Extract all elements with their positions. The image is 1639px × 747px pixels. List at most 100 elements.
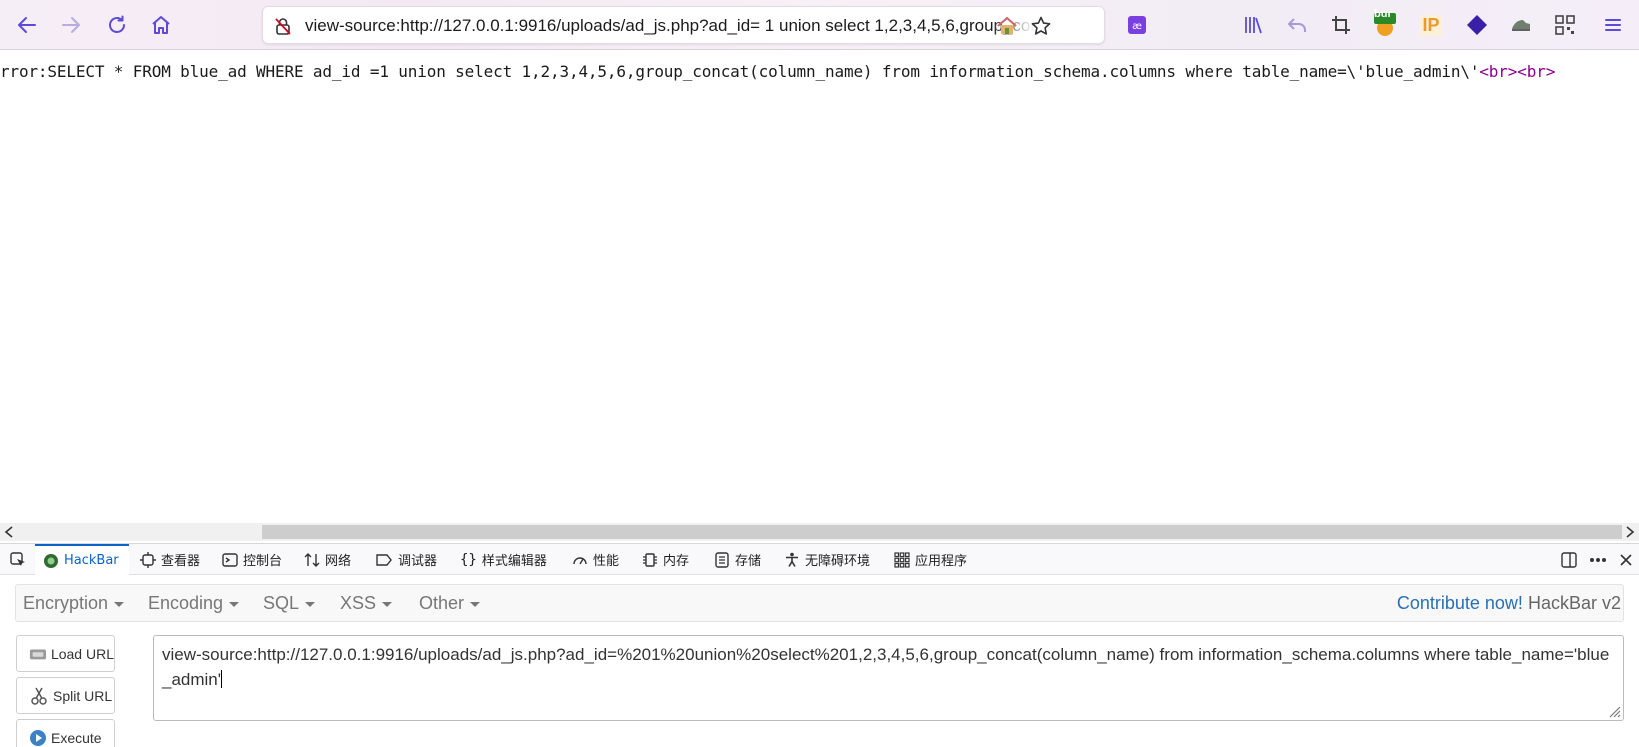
tab-application[interactable]: 应用程序 xyxy=(894,544,967,575)
tab-label: 调试器 xyxy=(398,554,438,569)
tab-label: 性能 xyxy=(593,554,620,569)
menu-icon xyxy=(1605,19,1621,31)
hackbar-panel: Encryption Encoding SQL XSS Other Contri… xyxy=(0,576,1639,747)
burp-extension-button[interactable]: bur xyxy=(1368,8,1402,42)
translate-extension-button[interactable]: æ xyxy=(1120,8,1154,42)
tab-network[interactable]: 网络 xyxy=(304,544,351,575)
devtools-tabbar: HackBar 查看器 控制台 网络 调试器 {} 样式编辑器 性能 内存 存储… xyxy=(0,543,1639,575)
url-textarea[interactable]: view-source:http://127.0.0.1:9916/upload… xyxy=(153,635,1624,721)
horizontal-scrollbar[interactable] xyxy=(0,523,1639,541)
bookmark-star-icon[interactable] xyxy=(1030,15,1052,37)
home-extension-icon[interactable] xyxy=(996,15,1018,37)
home-button[interactable] xyxy=(144,8,178,42)
reload-icon xyxy=(109,15,125,33)
play-icon xyxy=(30,729,46,746)
tab-inspector[interactable]: 查看器 xyxy=(140,544,200,575)
url-textarea-value: view-source:http://127.0.0.1:9916/upload… xyxy=(162,645,1610,689)
tab-style-editor[interactable]: {} 样式编辑器 xyxy=(460,544,547,575)
view-source-line: rror:SELECT * FROM blue_ad WHERE ad_id =… xyxy=(0,62,1639,81)
storage-icon xyxy=(715,551,729,568)
load-url-icon xyxy=(29,649,47,659)
shoe-extension-icon xyxy=(1512,20,1530,31)
menu-encoding[interactable]: Encoding xyxy=(148,593,240,614)
svg-text:æ: æ xyxy=(1132,21,1142,32)
forward-arrow-icon xyxy=(62,17,80,33)
more-options-button[interactable] xyxy=(1584,544,1612,575)
memory-icon xyxy=(643,552,657,567)
close-icon xyxy=(1620,553,1632,566)
contribute-link[interactable]: Contribute now! xyxy=(1397,593,1523,613)
scrollbar-thumb[interactable] xyxy=(262,525,1622,539)
tab-label: 样式编辑器 xyxy=(481,554,547,569)
close-devtools-button[interactable] xyxy=(1614,544,1638,575)
element-picker-button[interactable] xyxy=(4,544,32,575)
chevron-left-icon xyxy=(4,526,13,538)
crop-button[interactable] xyxy=(1324,8,1358,42)
app-menu-button[interactable] xyxy=(1596,8,1630,42)
tab-label: 内存 xyxy=(663,554,690,569)
crop-icon xyxy=(1332,16,1350,34)
url-bar[interactable]: view-source:http://127.0.0.1:9916/upload… xyxy=(262,6,1105,44)
forward-button[interactable] xyxy=(54,8,88,42)
url-text: view-source:http://127.0.0.1:9916/upload… xyxy=(305,16,1035,35)
tab-accessibility[interactable]: 无障碍环境 xyxy=(784,544,870,575)
resize-grip-icon[interactable] xyxy=(1607,704,1621,718)
execute-button[interactable]: Execute xyxy=(16,719,115,747)
menu-xss[interactable]: XSS xyxy=(340,593,393,614)
back-button[interactable] xyxy=(10,8,44,42)
tab-console[interactable]: 控制台 xyxy=(222,544,282,575)
contribute-area: Contribute now! HackBar v2 xyxy=(1397,593,1621,614)
caret-down-icon xyxy=(305,601,316,607)
tab-hackbar[interactable]: HackBar xyxy=(35,544,129,575)
chevron-right-icon xyxy=(1626,526,1635,538)
scroll-left-button[interactable] xyxy=(0,523,18,541)
browser-toolbar: view-source:http://127.0.0.1:9916/upload… xyxy=(0,0,1639,50)
menu-sql[interactable]: SQL xyxy=(263,593,316,614)
menu-other[interactable]: Other xyxy=(419,593,481,614)
tab-label: 网络 xyxy=(325,554,352,569)
hackbar-icon xyxy=(44,553,58,568)
reload-button[interactable] xyxy=(100,8,134,42)
hackbar-menu-bar: Encryption Encoding SQL XSS Other Contri… xyxy=(15,584,1624,622)
tab-label: 控制台 xyxy=(243,554,283,569)
qr-code-button[interactable] xyxy=(1548,8,1582,42)
network-icon xyxy=(304,552,320,567)
source-tag: <br> xyxy=(1517,62,1556,81)
tab-performance[interactable]: 性能 xyxy=(572,544,619,575)
tab-storage[interactable]: 存储 xyxy=(714,544,761,575)
undo-button[interactable] xyxy=(1280,8,1314,42)
menu-encryption[interactable]: Encryption xyxy=(23,593,125,614)
performance-icon xyxy=(573,556,587,564)
library-button[interactable] xyxy=(1236,8,1270,42)
tab-memory[interactable]: 内存 xyxy=(642,544,689,575)
translate-icon: æ xyxy=(1128,16,1146,34)
tab-label: 查看器 xyxy=(161,554,201,569)
ip-extension-button[interactable]: IP xyxy=(1414,8,1448,42)
shoe-extension-button[interactable] xyxy=(1504,8,1538,42)
hackbar-version: HackBar v2 xyxy=(1527,593,1621,613)
layers-extension-icon xyxy=(1467,15,1487,35)
ip-badge: IP xyxy=(1420,14,1442,36)
dock-side-icon xyxy=(1561,551,1577,568)
console-icon xyxy=(222,552,238,567)
tab-label: HackBar xyxy=(64,553,119,568)
back-arrow-icon xyxy=(18,17,36,33)
split-url-button[interactable]: Split URL xyxy=(16,677,115,714)
qr-code-icon xyxy=(1555,15,1575,35)
scroll-right-button[interactable] xyxy=(1621,523,1639,541)
scissors-icon xyxy=(31,687,47,705)
load-url-button[interactable]: Load URL xyxy=(16,635,115,672)
insecure-lock-icon xyxy=(275,18,291,35)
layers-extension-button[interactable] xyxy=(1460,8,1494,42)
caret-down-icon xyxy=(114,601,125,607)
library-icon xyxy=(1245,17,1262,34)
home-icon xyxy=(152,16,170,34)
style-editor-icon: {} xyxy=(460,551,477,568)
tab-debugger[interactable]: 调试器 xyxy=(375,544,437,575)
dock-toggle-button[interactable] xyxy=(1556,544,1582,575)
inspector-icon xyxy=(140,551,156,568)
undo-icon xyxy=(1288,18,1306,32)
caret-down-icon xyxy=(470,601,481,607)
burp-badge: bur xyxy=(1374,8,1392,20)
debugger-icon xyxy=(376,553,392,566)
